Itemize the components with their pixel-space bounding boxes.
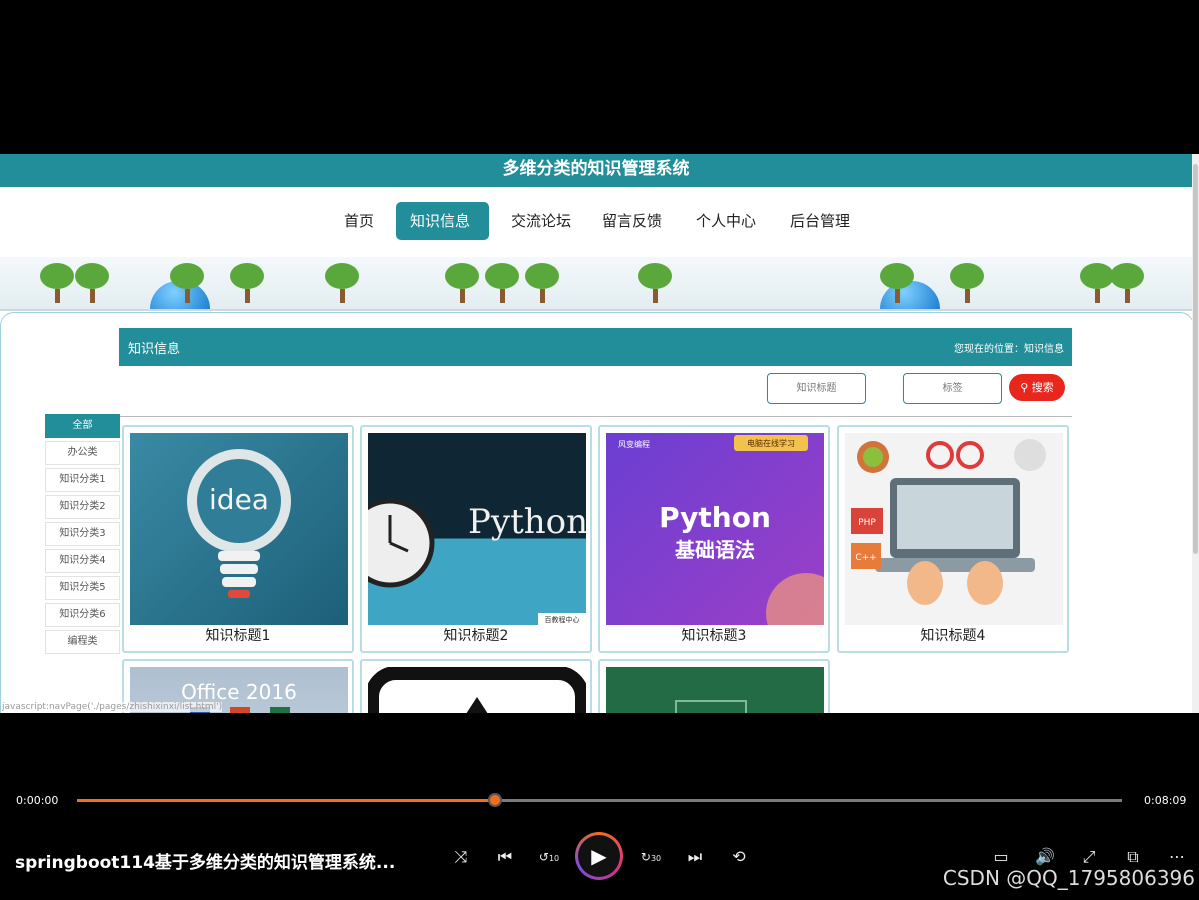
- card-title: 知识标题4: [920, 628, 986, 644]
- volume-icon[interactable]: 🔊: [1034, 846, 1056, 868]
- repeat-icon[interactable]: ⟲: [728, 846, 750, 868]
- status-url: javascript:navPage('./pages/zhishixinxi/…: [2, 702, 223, 712]
- knowledge-card[interactable]: [360, 659, 592, 713]
- scrollbar-thumb[interactable]: [1193, 164, 1198, 554]
- tree-graphic: [230, 263, 264, 303]
- category-2[interactable]: 知识分类2: [45, 495, 120, 519]
- knowledge-card[interactable]: Python 百教程中心 知识标题2: [360, 425, 592, 653]
- svg-text:PHP: PHP: [858, 518, 876, 528]
- rewind-icon[interactable]: ↺10: [538, 846, 560, 868]
- fullscreen-icon[interactable]: ⤢: [1078, 846, 1100, 868]
- main-nav: 首页 知识信息 交流论坛 留言反馈 个人中心 后台管理: [0, 187, 1192, 257]
- card-thumbnail: idea: [130, 433, 348, 625]
- tree-graphic: [1080, 263, 1114, 303]
- tree-graphic: [40, 263, 74, 303]
- svg-text:风变编程: 风变编程: [618, 439, 650, 449]
- more-icon[interactable]: ⋯: [1166, 846, 1188, 868]
- category-4[interactable]: 知识分类4: [45, 549, 120, 573]
- nav-feedback[interactable]: 留言反馈: [588, 202, 676, 240]
- page-scrollbar[interactable]: [1192, 154, 1199, 713]
- tree-graphic: [950, 263, 984, 303]
- video-player-controls: 0:00:00 0:08:09 springboot114基于多维分类的知识管理…: [0, 784, 1199, 900]
- tree-graphic: [170, 263, 204, 303]
- seek-progress: [77, 799, 495, 802]
- tree-graphic: [638, 263, 672, 303]
- tree-graphic: [325, 263, 359, 303]
- card-thumbnail: [606, 667, 824, 713]
- shuffle-icon[interactable]: ⤨: [450, 846, 472, 868]
- section-header: 知识信息 您现在的位置：知识信息: [119, 328, 1072, 366]
- svg-text:idea: idea: [209, 483, 269, 516]
- category-programming[interactable]: 编程类: [45, 630, 120, 654]
- tree-graphic: [485, 263, 519, 303]
- search-icon: ⚲: [1020, 381, 1029, 394]
- search-button[interactable]: ⚲ 搜索: [1009, 374, 1065, 401]
- knowledge-card[interactable]: idea 知识标题1: [122, 425, 354, 653]
- search-button-label: 搜索: [1031, 381, 1054, 394]
- tree-graphic: [1110, 263, 1144, 303]
- card-title: 知识标题2: [443, 628, 509, 644]
- category-5[interactable]: 知识分类5: [45, 576, 120, 600]
- video-frame: 多维分类的知识管理系统 首页 知识信息 交流论坛 留言反馈 个人中心 后台管理 …: [0, 154, 1199, 713]
- title-search-input[interactable]: 知识标题: [767, 373, 866, 404]
- next-icon[interactable]: ⏭: [684, 846, 706, 868]
- svg-text:电脑在线学习: 电脑在线学习: [747, 438, 795, 448]
- knowledge-card[interactable]: PHP C++ 知识标题4: [837, 425, 1069, 653]
- play-icon: ▶: [578, 835, 620, 877]
- nav-knowledge[interactable]: 知识信息: [396, 202, 489, 240]
- card-thumbnail: 风变编程 电脑在线学习 Python 基础语法: [606, 433, 824, 625]
- tree-graphic: [880, 263, 914, 303]
- site-title: 多维分类的知识管理系统: [0, 154, 1192, 187]
- category-6[interactable]: 知识分类6: [45, 603, 120, 627]
- card-title: 知识标题3: [681, 628, 747, 644]
- tree-graphic: [445, 263, 479, 303]
- tree-graphic: [75, 263, 109, 303]
- tag-search-input[interactable]: 标签: [903, 373, 1002, 404]
- nav-home[interactable]: 首页: [330, 202, 388, 240]
- svg-text:百教程中心: 百教程中心: [545, 615, 580, 624]
- subtitles-icon[interactable]: ▭: [990, 846, 1012, 868]
- forward-icon[interactable]: ↻30: [640, 846, 662, 868]
- section-title: 知识信息: [128, 342, 181, 357]
- svg-text:基础语法: 基础语法: [675, 538, 755, 562]
- current-time: 0:00:00: [16, 794, 59, 807]
- video-title: springboot114基于多维分类的知识管理系统...: [15, 853, 396, 873]
- seek-handle[interactable]: [488, 793, 502, 807]
- card-thumbnail: [368, 667, 586, 713]
- svg-text:C++: C++: [855, 553, 876, 563]
- previous-icon[interactable]: ⏮: [494, 846, 516, 868]
- tree-graphic: [525, 263, 559, 303]
- play-button[interactable]: ▶: [575, 832, 623, 880]
- svg-text:Python: Python: [468, 502, 586, 542]
- card-title: 知识标题1: [205, 628, 271, 644]
- svg-text:Office 2016: Office 2016: [181, 680, 297, 704]
- card-thumbnail: PHP C++: [845, 433, 1063, 625]
- nav-admin[interactable]: 后台管理: [776, 202, 864, 240]
- mini-player-icon[interactable]: ⧉: [1122, 846, 1144, 868]
- knowledge-card[interactable]: 风变编程 电脑在线学习 Python 基础语法 知识标题3: [598, 425, 830, 653]
- knowledge-card[interactable]: [598, 659, 830, 713]
- card-thumbnail: Python 百教程中心: [368, 433, 586, 625]
- category-all[interactable]: 全部: [45, 414, 120, 438]
- banner-image: [0, 257, 1192, 311]
- watermark: CSDN @QQ_1795806396: [942, 866, 1195, 890]
- total-time: 0:08:09: [1144, 794, 1187, 807]
- category-1[interactable]: 知识分类1: [45, 468, 120, 492]
- svg-text:Python: Python: [659, 501, 771, 534]
- divider: [120, 416, 1072, 417]
- category-office[interactable]: 办公类: [45, 441, 120, 465]
- nav-personal[interactable]: 个人中心: [682, 202, 770, 240]
- seek-bar[interactable]: [77, 793, 1122, 807]
- nav-forum[interactable]: 交流论坛: [497, 202, 585, 240]
- breadcrumb: 您现在的位置：知识信息: [954, 344, 1064, 355]
- category-3[interactable]: 知识分类3: [45, 522, 120, 546]
